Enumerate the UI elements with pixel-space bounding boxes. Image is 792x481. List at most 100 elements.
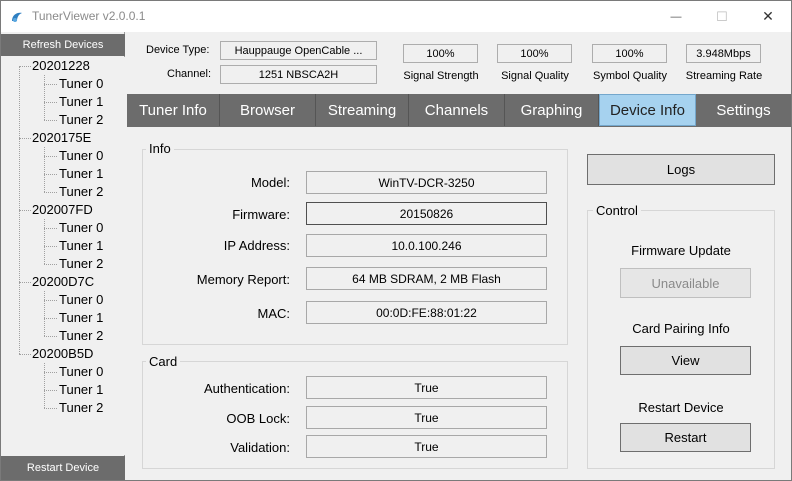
tree-connector (44, 300, 57, 301)
tree-device-node[interactable]: 202007FD (32, 201, 93, 219)
tree-tuner-node[interactable]: Tuner 0 (59, 291, 103, 309)
signal-strength-value: 100% (403, 44, 478, 63)
tree-connector (19, 210, 31, 211)
tree-device-node[interactable]: 20201228 (32, 57, 90, 75)
tree-tuner-node[interactable]: Tuner 1 (59, 381, 103, 399)
signal-quality-value: 100% (497, 44, 572, 63)
restart-button[interactable]: Restart (620, 423, 751, 452)
oob-lock-label: OOB Lock: (226, 411, 290, 426)
firmware-update-button[interactable]: Unavailable (620, 268, 751, 298)
tree-tuner-node[interactable]: Tuner 0 (59, 219, 103, 237)
tree-connector (19, 282, 31, 283)
tree-tuner-node[interactable]: Tuner 1 (59, 237, 103, 255)
tab-tuner-info[interactable]: Tuner Info (127, 94, 220, 126)
ip-address-value: 10.0.100.246 (306, 234, 547, 257)
tab-graphing[interactable]: Graphing (505, 94, 599, 126)
validation-value: True (306, 435, 547, 458)
signal-strength-caption: Signal Strength (403, 70, 479, 82)
app-logo-icon (12, 12, 22, 22)
tree-device-node[interactable]: 2020175E (32, 129, 91, 147)
tree-connector (44, 102, 57, 103)
tree-connector (44, 228, 57, 229)
tree-connector (44, 219, 45, 264)
close-button[interactable]: ✕ (745, 1, 791, 32)
memory-report-label: Memory Report: (196, 272, 290, 287)
firmware-value: 20150826 (306, 202, 547, 225)
tree-tuner-node[interactable]: Tuner 2 (59, 327, 103, 345)
tab-bar: Tuner Info Browser Streaming Channels Gr… (127, 94, 791, 127)
tree-tuner-node[interactable]: Tuner 2 (59, 255, 103, 273)
channel-label: Channel: (167, 68, 212, 80)
tree-device-node[interactable]: 20200D7C (32, 273, 94, 291)
tree-connector (44, 75, 45, 120)
tree-tuner-node[interactable]: Tuner 1 (59, 165, 103, 183)
tree-connector (19, 354, 31, 355)
tree-connector (44, 192, 57, 193)
refresh-devices-button[interactable]: Refresh Devices (1, 34, 125, 56)
mac-label: MAC: (257, 306, 291, 321)
tree-tuner-node[interactable]: Tuner 1 (59, 309, 103, 327)
tree-tuner-node[interactable]: Tuner 2 (59, 111, 103, 129)
oob-lock-value: True (306, 406, 547, 429)
close-icon: ✕ (762, 8, 774, 24)
tree-connector (44, 372, 57, 373)
tab-streaming[interactable]: Streaming (316, 94, 409, 126)
app-window: TunerViewer v2.0.0.1 — ☐ ✕ Refresh Devic… (0, 0, 792, 481)
tree-tuner-node[interactable]: Tuner 1 (59, 93, 103, 111)
authentication-value: True (306, 376, 547, 399)
tree-connector (19, 66, 31, 67)
tab-channels[interactable]: Channels (409, 94, 505, 126)
tree-connector (44, 147, 45, 192)
minimize-button[interactable]: — (653, 1, 699, 32)
card-pairing-label: Card Pairing Info (632, 321, 730, 336)
logs-button[interactable]: Logs (587, 154, 775, 185)
mac-value: 00:0D:FE:88:01:22 (306, 301, 547, 324)
tree-tuner-node[interactable]: Tuner 0 (59, 147, 103, 165)
validation-label: Validation: (230, 440, 290, 455)
symbol-quality-value: 100% (592, 44, 667, 63)
device-tree[interactable]: 20201228 Tuner 0 Tuner 1 Tuner 2 2020175E Tun… (1, 57, 125, 455)
restart-device-label: Restart Device (638, 400, 724, 415)
restart-device-button[interactable]: Restart Device (1, 456, 125, 480)
device-info-panel: Info Model: WinTV-DCR-3250 Firmware: 201… (127, 127, 791, 480)
device-panel: Refresh Devices 20201228 Tuner 0 Tuner 1 Tu… (1, 32, 125, 480)
memory-report-value: 64 MB SDRAM, 2 MB Flash (306, 267, 547, 290)
device-type-value: Hauppauge OpenCable ... (220, 41, 377, 60)
model-label: Model: (250, 175, 290, 190)
info-group-title: Info (146, 141, 174, 156)
tree-connector (19, 138, 31, 139)
card-group-title: Card (146, 354, 181, 369)
streaming-rate-caption: Streaming Rate (685, 70, 763, 82)
tree-connector (44, 84, 57, 85)
card-pairing-view-button[interactable]: View (620, 346, 751, 375)
tree-connector (44, 291, 45, 336)
ip-address-label: IP Address: (223, 238, 290, 253)
tree-connector (44, 174, 57, 175)
tree-connector (44, 246, 57, 247)
control-group-title: Control (593, 203, 641, 218)
tree-connector (44, 156, 57, 157)
tree-device-node[interactable]: 20200B5D (32, 345, 93, 363)
tree-connector (44, 408, 57, 409)
firmware-label: Firmware: (232, 207, 290, 222)
tree-tuner-node[interactable]: Tuner 0 (59, 75, 103, 93)
streaming-rate-value: 3.948Mbps (686, 44, 761, 63)
tab-settings[interactable]: Settings (696, 94, 791, 126)
tree-tuner-node[interactable]: Tuner 0 (59, 363, 103, 381)
tree-connector (44, 120, 57, 121)
window-title: TunerViewer v2.0.0.1 (32, 9, 146, 23)
authentication-label: Authentication: (203, 381, 290, 396)
device-type-label: Device Type: (146, 44, 210, 56)
tab-device-info[interactable]: Device Info (599, 94, 696, 126)
tree-connector (44, 363, 45, 408)
tree-tuner-node[interactable]: Tuner 2 (59, 399, 103, 417)
tab-browser[interactable]: Browser (220, 94, 316, 126)
tree-connector (44, 336, 57, 337)
model-value: WinTV-DCR-3250 (306, 171, 547, 194)
tree-connector (19, 66, 20, 354)
tree-connector (44, 264, 57, 265)
tree-connector (44, 318, 57, 319)
maximize-button[interactable]: ☐ (699, 1, 745, 32)
firmware-update-label: Firmware Update (631, 243, 731, 258)
tree-tuner-node[interactable]: Tuner 2 (59, 183, 103, 201)
